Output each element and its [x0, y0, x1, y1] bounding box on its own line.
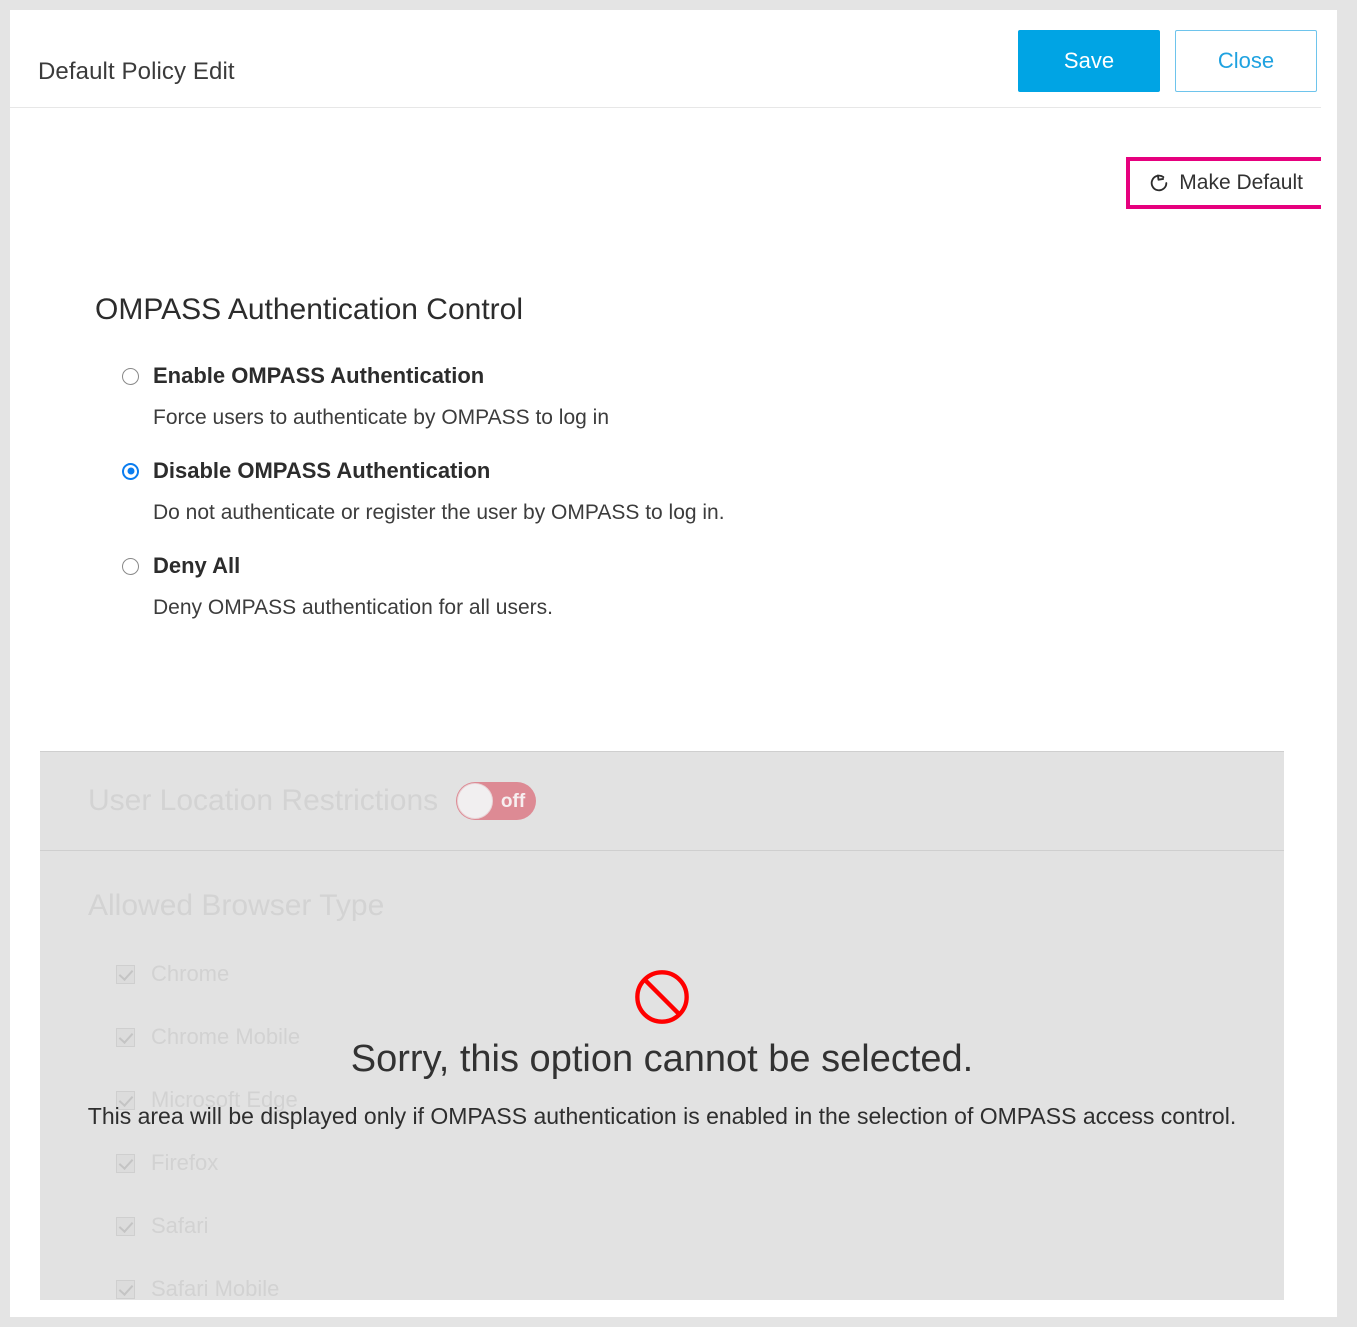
- radio-option-enable[interactable]: Enable OMPASS Authentication Force users…: [122, 363, 1122, 430]
- allowed-browser-type-section: Allowed Browser Type Chrome Chrome Mobil…: [40, 851, 1284, 1300]
- user-location-restrictions-row: User Location Restrictions off: [40, 752, 1284, 851]
- checkbox-label-safari-mobile: Safari Mobile: [151, 1276, 280, 1300]
- checkbox-icon-chrome-mobile[interactable]: [116, 1027, 135, 1047]
- radio-icon-enable[interactable]: [122, 367, 139, 385]
- disabled-settings-panel: User Location Restrictions off Allowed B…: [40, 751, 1284, 1300]
- checkbox-row-microsoft-edge[interactable]: Microsoft Edge: [116, 1087, 1284, 1113]
- card-header: Default Policy Edit Save Close: [10, 10, 1337, 108]
- checkbox-label-microsoft-edge: Microsoft Edge: [151, 1087, 298, 1112]
- card-body: Make Default OMPASS Authentication Contr…: [10, 108, 1337, 1316]
- checkbox-row-chrome[interactable]: Chrome: [116, 961, 1284, 987]
- checkbox-row-chrome-mobile[interactable]: Chrome Mobile: [116, 1024, 1284, 1050]
- ompass-auth-radio-group: Enable OMPASS Authentication Force users…: [122, 363, 1122, 648]
- policy-edit-card: Default Policy Edit Save Close Make Defa…: [10, 10, 1337, 1317]
- checkbox-label-chrome: Chrome: [151, 961, 230, 986]
- checkbox-icon-microsoft-edge[interactable]: [116, 1090, 135, 1110]
- make-default-button[interactable]: Make Default: [1130, 161, 1325, 205]
- checkbox-icon-safari[interactable]: [116, 1216, 135, 1236]
- checkbox-label-firefox: Firefox: [151, 1150, 219, 1175]
- save-button[interactable]: Save: [1018, 30, 1160, 92]
- header-actions: Save Close: [1018, 30, 1317, 92]
- radio-label-deny-all: Deny All: [153, 553, 241, 578]
- toggle-knob: [457, 783, 494, 819]
- user-location-restrictions-label: User Location Restrictions: [88, 784, 439, 817]
- radio-option-disable-line: Disable OMPASS Authentication: [122, 458, 1122, 484]
- toggle-state-label: off: [500, 790, 526, 812]
- radio-icon-disable[interactable]: [122, 462, 139, 480]
- radio-icon-deny-all[interactable]: [122, 557, 139, 575]
- make-default-highlight: Make Default: [1126, 157, 1329, 209]
- refresh-circle-icon: [1148, 172, 1170, 194]
- checkbox-label-safari: Safari: [151, 1213, 209, 1238]
- allowed-browser-type-label: Allowed Browser Type: [88, 889, 385, 922]
- radio-option-deny-all-line: Deny All: [122, 553, 1122, 579]
- close-button[interactable]: Close: [1175, 30, 1317, 92]
- radio-option-disable[interactable]: Disable OMPASS Authentication Do not aut…: [122, 458, 1122, 525]
- radio-label-disable: Disable OMPASS Authentication: [153, 458, 491, 483]
- radio-desc-disable: Do not authenticate or register the user…: [153, 501, 725, 524]
- radio-desc-deny-all: Deny OMPASS authentication for all users…: [153, 596, 553, 619]
- checkbox-row-safari-mobile[interactable]: Safari Mobile: [116, 1276, 1284, 1300]
- checkbox-icon-chrome[interactable]: [116, 964, 135, 984]
- radio-option-deny-all[interactable]: Deny All Deny OMPASS authentication for …: [122, 553, 1122, 620]
- page-title: Default Policy Edit: [38, 58, 235, 85]
- checkbox-icon-firefox[interactable]: [116, 1153, 135, 1173]
- make-default-label: Make Default: [1179, 171, 1303, 194]
- vertical-scrollbar[interactable]: [1321, 10, 1337, 1317]
- checkbox-label-chrome-mobile: Chrome Mobile: [151, 1024, 301, 1049]
- vertical-scrollbar-thumb[interactable]: [1324, 630, 1335, 1050]
- checkbox-row-safari[interactable]: Safari: [116, 1213, 1284, 1239]
- user-location-restrictions-toggle[interactable]: off: [456, 782, 537, 820]
- radio-desc-enable: Force users to authenticate by OMPASS to…: [153, 406, 610, 429]
- radio-option-enable-line: Enable OMPASS Authentication: [122, 363, 1122, 389]
- checkbox-row-firefox[interactable]: Firefox: [116, 1150, 1284, 1176]
- radio-label-enable: Enable OMPASS Authentication: [153, 363, 485, 388]
- section-title: OMPASS Authentication Control: [95, 293, 523, 326]
- checkbox-icon-safari-mobile[interactable]: [116, 1279, 135, 1299]
- page-root: Default Policy Edit Save Close Make Defa…: [0, 0, 1357, 1327]
